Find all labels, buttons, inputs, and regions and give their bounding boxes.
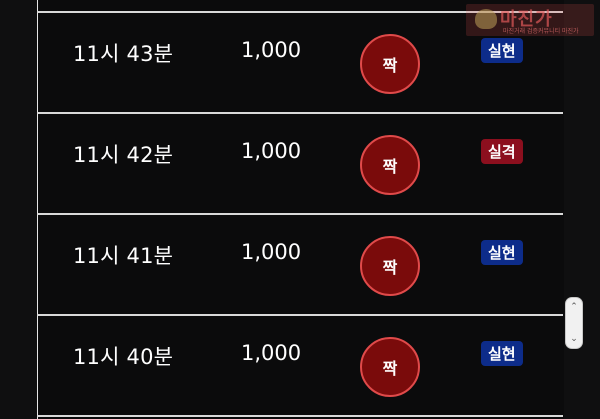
row-amount: 1,000 — [241, 240, 302, 264]
result-badge: 실현 — [481, 38, 523, 63]
chevron-down-icon[interactable]: ⌄ — [570, 333, 578, 345]
result-badge: 실격 — [481, 139, 523, 164]
result-badge: 실현 — [481, 240, 523, 265]
watermark-logo: 마진가 마진거래 검증커뮤니티 마진가 — [466, 4, 594, 36]
result-badge: 실현 — [481, 341, 523, 366]
table-row[interactable]: 11시 40분 1,000 짝 실현 — [37, 316, 563, 416]
row-time: 11시 42분 — [73, 143, 174, 167]
scroll-handle[interactable]: ⌃ ⌄ — [565, 297, 583, 349]
chevron-up-icon[interactable]: ⌃ — [570, 301, 578, 313]
row-amount: 1,000 — [241, 341, 302, 365]
row-divider — [37, 415, 563, 417]
row-time: 11시 43분 — [73, 42, 174, 66]
table-row[interactable]: 11시 42분 1,000 짝 실격 — [37, 114, 563, 214]
pick-badge: 짝 — [360, 236, 420, 296]
row-amount: 1,000 — [241, 38, 302, 62]
row-amount: 1,000 — [241, 139, 302, 163]
pick-badge: 짝 — [360, 34, 420, 94]
emblem-icon — [475, 9, 497, 29]
pick-badge: 짝 — [360, 135, 420, 195]
row-time: 11시 40분 — [73, 345, 174, 369]
table-row[interactable]: 11시 41분 1,000 짝 실현 — [37, 215, 563, 315]
row-time: 11시 41분 — [73, 244, 174, 268]
pick-badge: 짝 — [360, 337, 420, 397]
watermark-subtitle: 마진거래 검증커뮤니티 마진가 — [503, 28, 579, 35]
